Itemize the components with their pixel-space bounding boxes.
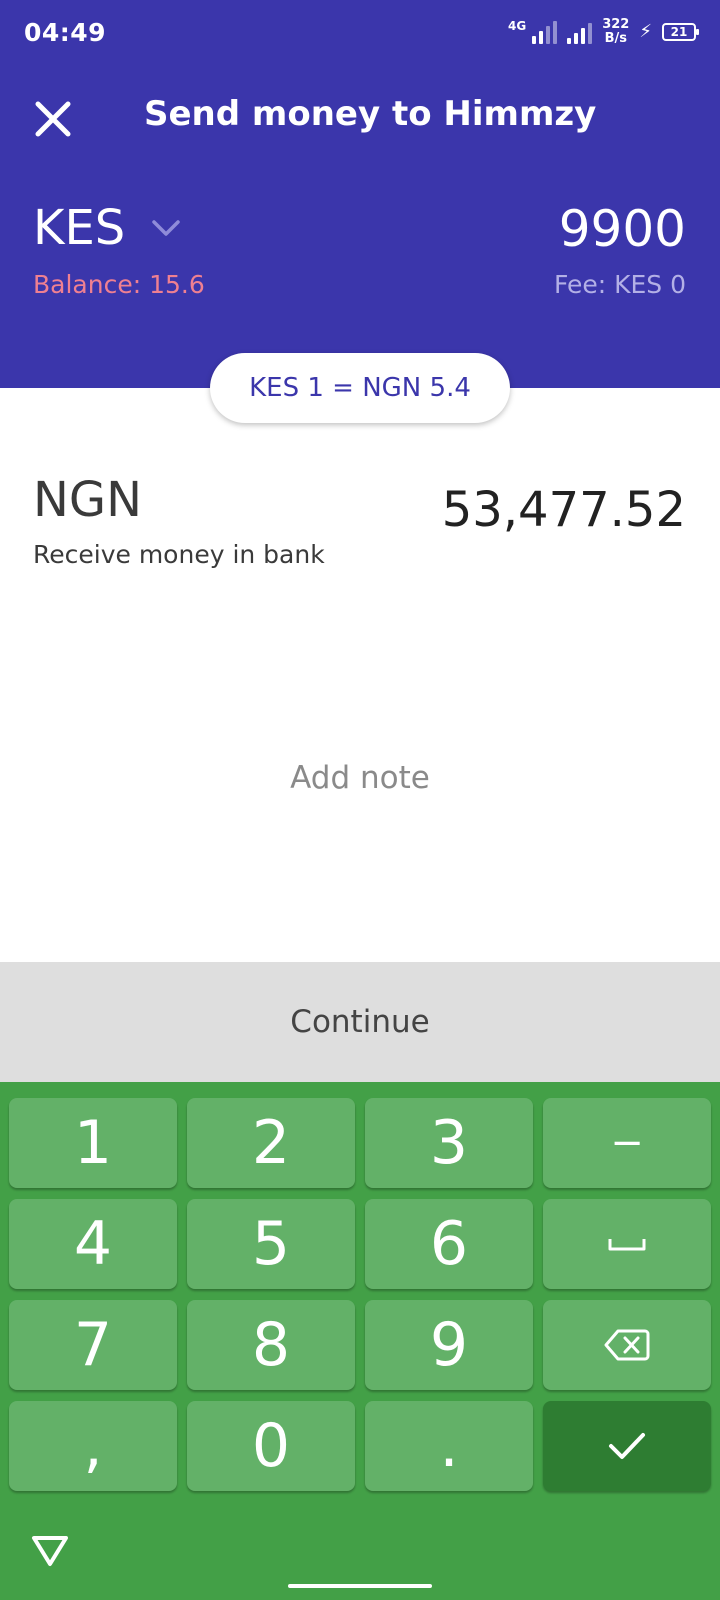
receive-amount: 53,477.52 (441, 482, 686, 538)
key-space[interactable] (543, 1199, 711, 1289)
fee-text: Fee: KES 0 (553, 270, 686, 299)
continue-button[interactable]: Continue (0, 962, 720, 1082)
status-bar: 04:49 4G 322 B/s ⚡ 21 (0, 0, 720, 64)
key-7[interactable]: 7 (9, 1300, 177, 1390)
key-8[interactable]: 8 (187, 1300, 355, 1390)
charging-icon: ⚡ (639, 21, 652, 42)
home-indicator[interactable] (288, 1584, 432, 1588)
status-time: 04:49 (24, 18, 107, 47)
key-2[interactable]: 2 (187, 1098, 355, 1188)
header: 04:49 4G 322 B/s ⚡ 21 Send money to Himm… (0, 0, 720, 388)
close-icon (35, 101, 71, 137)
numeric-keypad: 1 2 3 − 4 5 6 7 8 9 , 0 . (0, 1082, 720, 1600)
network-speed-unit: B/s (604, 31, 627, 46)
page-title: Send money to Himmzy (144, 94, 597, 134)
close-button[interactable] (26, 92, 80, 146)
key-6[interactable]: 6 (365, 1199, 533, 1289)
backspace-icon (604, 1329, 650, 1361)
key-decimal[interactable]: . (365, 1401, 533, 1491)
key-5[interactable]: 5 (187, 1199, 355, 1289)
network-speed: 322 B/s (602, 18, 629, 46)
battery-icon: 21 (662, 23, 699, 41)
nav-back-button[interactable] (30, 1530, 70, 1570)
key-0[interactable]: 0 (187, 1401, 355, 1491)
receive-method-text: Receive money in bank (33, 540, 325, 569)
send-amount: 9900 (558, 200, 686, 258)
exchange-rate-badge: KES 1 = NGN 5.4 (210, 353, 510, 423)
chevron-down-icon (152, 220, 181, 236)
add-note-button[interactable]: Add note (0, 760, 720, 796)
key-4[interactable]: 4 (9, 1199, 177, 1289)
send-currency-selector[interactable]: KES (33, 200, 181, 256)
signal-icon-2 (567, 20, 593, 44)
key-3[interactable]: 3 (365, 1098, 533, 1188)
key-backspace[interactable] (543, 1300, 711, 1390)
key-1[interactable]: 1 (9, 1098, 177, 1188)
receive-currency-code: NGN (33, 472, 143, 528)
network-speed-value: 322 (602, 17, 630, 32)
network-type-label: 4G (508, 19, 527, 33)
balance-text: Balance: 15.6 (33, 270, 205, 299)
status-icons: 4G 322 B/s ⚡ 21 (508, 16, 699, 48)
checkmark-icon (609, 1433, 645, 1459)
key-comma[interactable]: , (9, 1401, 177, 1491)
battery-level: 21 (670, 25, 688, 39)
triangle-down-icon (32, 1536, 68, 1566)
minus-label: − (610, 1120, 644, 1166)
key-9[interactable]: 9 (365, 1300, 533, 1390)
key-confirm[interactable] (543, 1401, 711, 1491)
send-currency-code: KES (33, 200, 126, 256)
key-minus[interactable]: − (543, 1098, 711, 1188)
space-icon (608, 1239, 646, 1251)
signal-icon (532, 20, 558, 44)
